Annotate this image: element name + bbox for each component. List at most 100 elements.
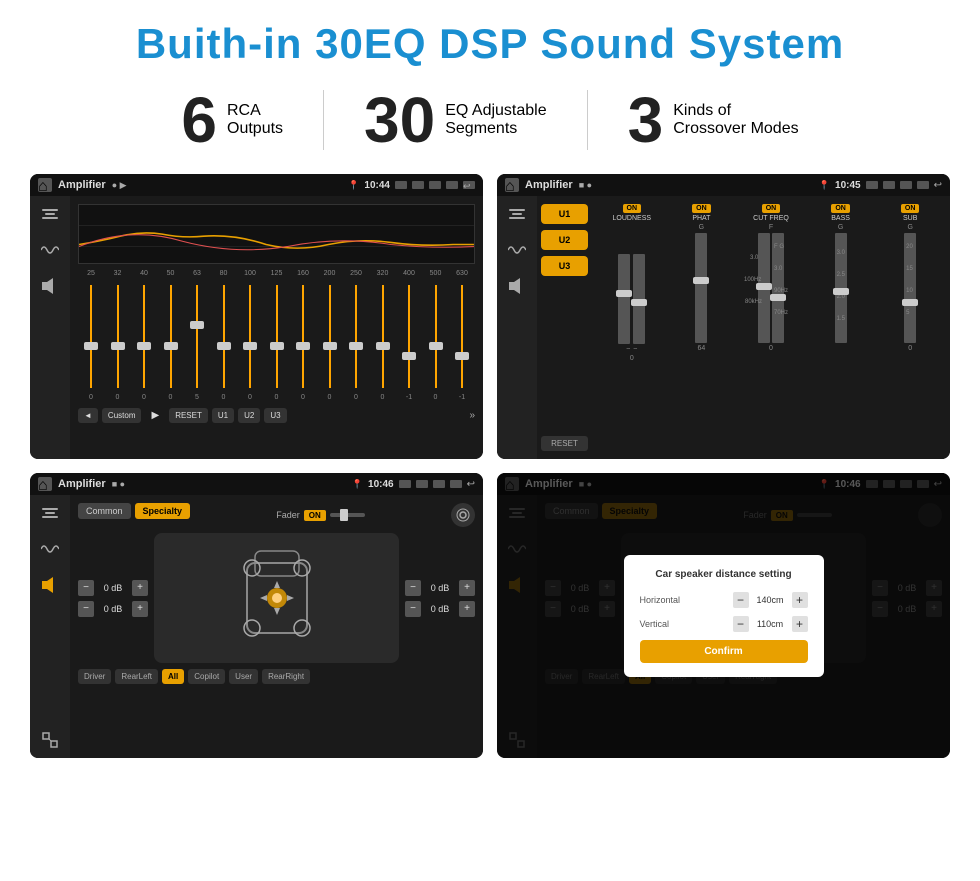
eq-icon-2[interactable] [507, 204, 527, 224]
speaker-bottom-btns: Driver RearLeft All Copilot User RearRig… [78, 669, 475, 684]
cutfreq-on[interactable]: ON [762, 204, 781, 213]
eq-bottom-controls: ◄ Custom ▶ RESET U1 U2 U3 » [78, 407, 475, 424]
back-icon-3[interactable]: ↩ [467, 479, 475, 490]
page-wrapper: Buith-in 30EQ DSP Sound System 6 RCA Out… [0, 0, 980, 778]
db-val-fl: 0 dB [98, 583, 128, 593]
fader-on[interactable]: ON [304, 510, 326, 521]
btn-all[interactable]: All [162, 669, 184, 684]
db-plus-rl[interactable]: + [132, 601, 148, 617]
settings-icon[interactable] [451, 503, 475, 527]
btn-rearleft[interactable]: RearLeft [115, 669, 158, 684]
eq-slider-11[interactable]: 0 [372, 281, 394, 401]
eq-u1-button[interactable]: U1 [212, 408, 234, 423]
eq-slider-10[interactable]: 0 [345, 281, 367, 401]
eq-graph [78, 204, 475, 264]
eq-freq-labels: 25 32 40 50 63 80 100 125 160 200 250 32… [78, 270, 475, 277]
eq-screen-card: ⌂ Amplifier ● ▶ 📍 10:44 ↩ [30, 174, 483, 459]
loudness-slider-2[interactable] [633, 254, 645, 344]
modal-horizontal-minus[interactable]: − [733, 592, 749, 608]
expand-icon-3[interactable] [40, 730, 60, 750]
eq-slider-3[interactable]: 0 [160, 281, 182, 401]
phat-on[interactable]: ON [692, 204, 711, 213]
eq-slider-14[interactable]: -1 [451, 281, 473, 401]
btn-user[interactable]: User [229, 669, 258, 684]
crossover-presets: U1 U2 U3 RESET [537, 196, 592, 459]
stat-rca-text: RCA Outputs [227, 102, 283, 138]
screenshots-grid: ⌂ Amplifier ● ▶ 📍 10:44 ↩ [30, 174, 950, 758]
eq-u2-button[interactable]: U2 [238, 408, 260, 423]
stat-crossover-text: Kinds of Crossover Modes [673, 102, 798, 138]
btn-driver[interactable]: Driver [78, 669, 111, 684]
preset-u1-button[interactable]: U1 [541, 204, 588, 224]
speaker-icon-2[interactable] [507, 276, 527, 296]
db-plus-fr[interactable]: + [459, 580, 475, 596]
modal-horizontal-plus[interactable]: + [792, 592, 808, 608]
eq-slider-4[interactable]: 5 [186, 281, 208, 401]
eq-icon-3[interactable] [40, 503, 60, 523]
speaker-screen-body: Common Specialty Fader ON [30, 495, 483, 758]
eq-slider-9[interactable]: 0 [319, 281, 341, 401]
home-icon-2[interactable]: ⌂ [505, 178, 519, 192]
back-icon-2[interactable]: ↩ [934, 180, 942, 191]
db-minus-rr[interactable]: − [405, 601, 421, 617]
speaker-icon-3[interactable] [40, 575, 60, 595]
home-icon-3[interactable]: ⌂ [38, 477, 52, 491]
bass-slider[interactable]: 3.0 2.5 2.0 1.5 [835, 233, 847, 343]
bass-on[interactable]: ON [831, 204, 850, 213]
stat-eq-text: EQ Adjustable Segments [445, 102, 546, 138]
modal-vertical-label: Vertical [640, 619, 670, 629]
modal-horizontal-row: Horizontal − 140cm + [640, 592, 808, 608]
eq-play-button[interactable]: ▶ [145, 407, 165, 424]
db-minus-rl[interactable]: − [78, 601, 94, 617]
wave-icon[interactable] [40, 240, 60, 260]
volume-icon-2 [883, 181, 895, 189]
preset-u2-button[interactable]: U2 [541, 230, 588, 250]
cutfreq-s1[interactable]: 3.0 100Hz 80kHz [758, 233, 770, 343]
loudness-on[interactable]: ON [623, 204, 642, 213]
phat-slider[interactable] [695, 233, 707, 343]
db-plus-rr[interactable]: + [459, 601, 475, 617]
loudness-slider-1[interactable] [618, 254, 630, 344]
eq-slider-13[interactable]: 0 [425, 281, 447, 401]
eq-reset-button[interactable]: RESET [169, 408, 208, 423]
cutfreq-s2[interactable]: F G 3.0 90Hz 70Hz [772, 233, 784, 343]
preset-u3-button[interactable]: U3 [541, 256, 588, 276]
db-minus-fl[interactable]: − [78, 580, 94, 596]
crossover-content: U1 U2 U3 RESET ON LOUDNESS [537, 196, 950, 459]
battery-icon-3 [450, 480, 462, 488]
db-minus-fr[interactable]: − [405, 580, 421, 596]
tab-specialty[interactable]: Specialty [135, 503, 191, 519]
db-plus-fl[interactable]: + [132, 580, 148, 596]
home-icon-1[interactable]: ⌂ [38, 178, 52, 192]
db-val-rr: 0 dB [425, 604, 455, 614]
tab-common[interactable]: Common [78, 503, 131, 519]
sub-slider[interactable]: 20 15 10 5 [904, 233, 916, 343]
eq-slider-12[interactable]: -1 [398, 281, 420, 401]
speaker-icon[interactable] [40, 276, 60, 296]
eq-slider-5[interactable]: 0 [213, 281, 235, 401]
wave-icon-2[interactable] [507, 240, 527, 260]
btn-rearright[interactable]: RearRight [262, 669, 310, 684]
confirm-button[interactable]: Confirm [640, 640, 808, 663]
eq-slider-0[interactable]: 0 [80, 281, 102, 401]
eq-slider-7[interactable]: 0 [266, 281, 288, 401]
car-svg [237, 543, 317, 653]
wave-icon-3[interactable] [40, 539, 60, 559]
distance-modal: Car speaker distance setting Horizontal … [624, 555, 824, 677]
stat-crossover: 3 Kinds of Crossover Modes [588, 88, 839, 152]
eq-prev-button[interactable]: ◄ [78, 408, 98, 423]
sub-on[interactable]: ON [901, 204, 920, 213]
crossover-reset-button[interactable]: RESET [541, 436, 588, 451]
modal-vertical-plus[interactable]: + [792, 616, 808, 632]
modal-vertical-minus[interactable]: − [733, 616, 749, 632]
eq-slider-2[interactable]: 0 [133, 281, 155, 401]
eq-icon[interactable] [40, 204, 60, 224]
btn-copilot[interactable]: Copilot [188, 669, 225, 684]
eq-u3-button[interactable]: U3 [264, 408, 286, 423]
eq-preset-button[interactable]: Custom [102, 408, 142, 423]
fader-track[interactable] [330, 513, 365, 517]
eq-slider-1[interactable]: 0 [107, 281, 129, 401]
eq-slider-8[interactable]: 0 [292, 281, 314, 401]
back-icon-1[interactable]: ↩ [463, 181, 475, 189]
eq-slider-6[interactable]: 0 [239, 281, 261, 401]
